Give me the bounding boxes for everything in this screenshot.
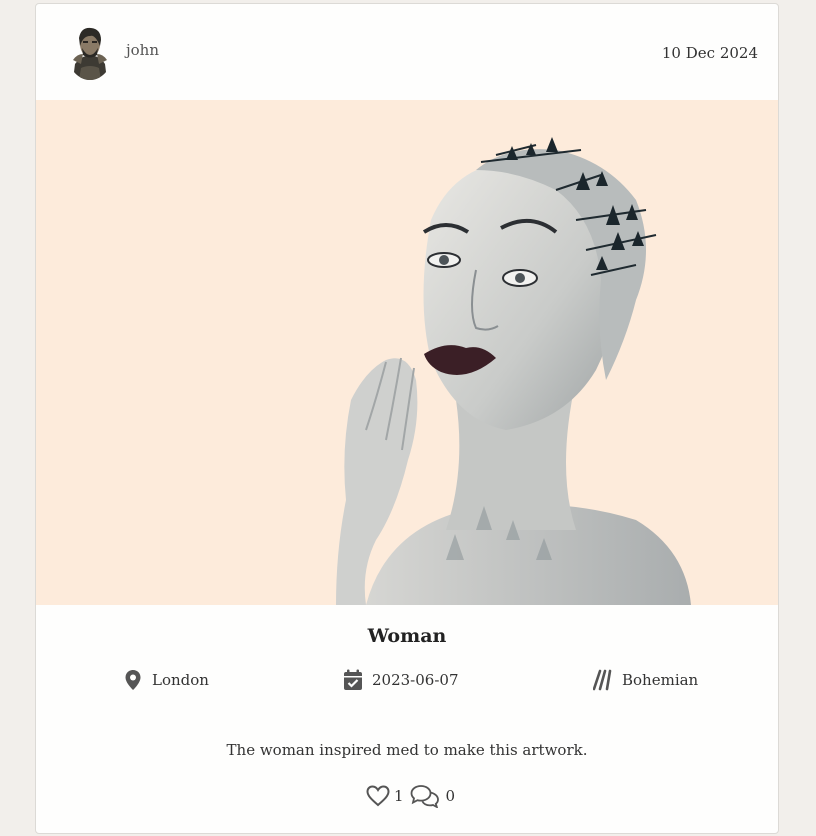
post-description: The woman inspired med to make this artw…: [226, 741, 588, 759]
like-count: 1: [394, 787, 404, 805]
post-title: Woman: [367, 625, 447, 647]
post-created-date: 2023-06-07: [342, 667, 458, 693]
location-text: London: [152, 671, 209, 689]
author-avatar[interactable]: [67, 24, 113, 80]
speech-bubbles-icon: [410, 785, 439, 808]
style-text: Bohemian: [622, 671, 699, 689]
post-stats: 1 0: [366, 782, 455, 810]
comment-count: 0: [445, 787, 456, 805]
post-header: john 10 Dec 2024: [36, 4, 778, 100]
artwork-illustration: [36, 100, 778, 605]
post-card: john 10 Dec 2024 Woman London 2023-06-07…: [35, 3, 779, 834]
post-style: Bohemian: [592, 667, 698, 693]
heart-outline-icon: [366, 785, 390, 807]
author-name[interactable]: john: [126, 41, 159, 59]
post-artwork-image[interactable]: [36, 100, 778, 605]
post-location: London: [122, 667, 209, 693]
comment-button[interactable]: [410, 784, 440, 808]
avatar-image: [67, 24, 113, 80]
post-date: 10 Dec 2024: [661, 44, 758, 62]
like-button[interactable]: [366, 785, 390, 807]
map-pin-icon: [122, 668, 144, 692]
calendar-check-icon: [342, 668, 364, 692]
brush-strokes-icon: [592, 668, 614, 692]
created-date-text: 2023-06-07: [372, 671, 459, 689]
